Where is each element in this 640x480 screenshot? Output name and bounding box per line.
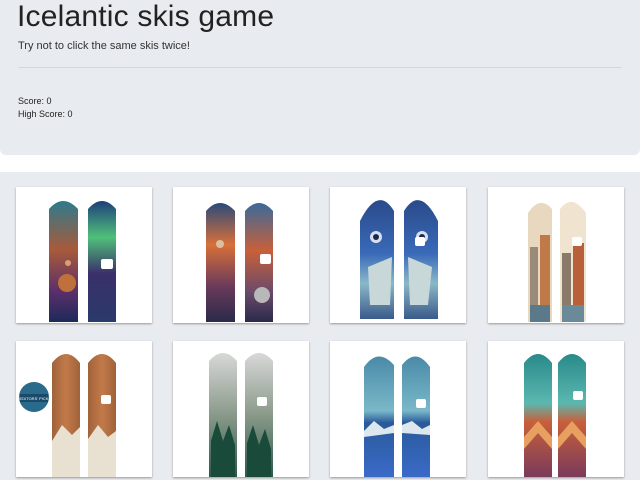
ski-card-galaxy[interactable] <box>16 187 152 323</box>
ski-image <box>364 356 430 477</box>
divider <box>18 67 622 68</box>
ski-image <box>360 200 438 319</box>
ski-card-forest[interactable] <box>173 341 309 477</box>
game-instructions: Try not to click the same skis twice! <box>18 40 190 52</box>
high-score-label: High Score: 0 <box>18 109 73 119</box>
ski-card-ice[interactable] <box>330 341 466 477</box>
ski-card-wood[interactable]: EDITORS' PICK <box>16 341 152 477</box>
ski-card-owl[interactable] <box>330 187 466 323</box>
ski-card-nebula[interactable] <box>173 187 309 323</box>
ski-image <box>528 201 586 322</box>
svg-text:EDITORS' PICK: EDITORS' PICK <box>20 396 49 401</box>
ski-image: EDITORS' PICK <box>19 354 116 477</box>
ski-image <box>206 203 273 322</box>
score-label: Score: 0 <box>18 96 52 106</box>
ski-image <box>49 201 116 322</box>
ski-card-geometric[interactable] <box>488 341 624 477</box>
header-panel: Icelantic skis game Try not to click the… <box>0 0 640 155</box>
card-grid: EDITORS' PICK <box>0 172 640 480</box>
ski-image <box>524 354 586 477</box>
ski-image <box>209 353 273 477</box>
page-title: Icelantic skis game <box>17 0 275 33</box>
ski-card-city[interactable] <box>488 187 624 323</box>
